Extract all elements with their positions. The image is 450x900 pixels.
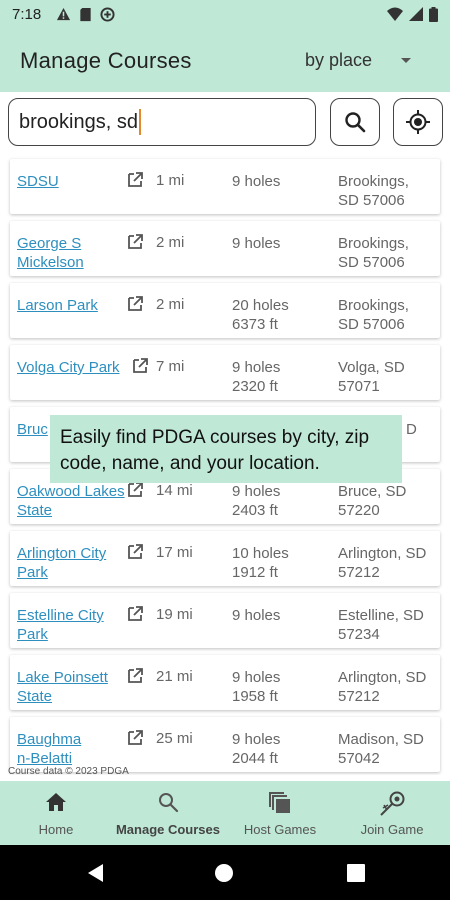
course-holes: 9 holes 2044 ft (232, 731, 281, 767)
app-bar: Manage Courses by place (0, 30, 450, 92)
open-external-icon[interactable] (126, 295, 144, 313)
nav-label-home: Home (38, 822, 74, 837)
course-distance: 1 mi (156, 172, 185, 189)
warning-icon (56, 7, 71, 21)
course-distance: 21 mi (156, 668, 193, 685)
course-row[interactable]: Larson Park 2 mi 20 holes 6373 ft Brookin… (10, 283, 440, 338)
course-distance: 2 mi (156, 234, 185, 251)
search-icon (345, 112, 366, 133)
bottom-nav: Home Manage Courses Host Games Join Game (0, 781, 450, 845)
course-holes: 9 holes (232, 235, 281, 252)
course-address: Bruce, SD 57220 (338, 483, 407, 519)
course-name-link[interactable]: Estelline City Park (17, 606, 127, 644)
nav-label-host-games: Host Games (243, 822, 317, 837)
wifi-icon (387, 7, 403, 21)
copyright-text: Course data © 2023 PDGA (8, 766, 129, 777)
disc-golf-basket-icon (380, 791, 405, 816)
course-name-link[interactable]: Baughma n-Belatti (17, 730, 97, 768)
search-icon (159, 793, 179, 813)
nav-item-home[interactable]: Home (0, 781, 112, 845)
page-title: Manage Courses (20, 48, 192, 73)
course-address: Arlington, SD 57212 (338, 545, 427, 581)
nav-item-join-game[interactable]: Join Game (336, 781, 448, 845)
course-row[interactable]: Baughma n-Belatti 25 mi 9 holes 2044 ft M… (10, 717, 440, 772)
sd-card-icon (80, 7, 91, 22)
my-location-icon (406, 110, 430, 134)
status-time: 7:18 (12, 6, 42, 23)
course-holes: 9 holes (232, 607, 281, 624)
nav-item-host-games[interactable]: Host Games (224, 781, 336, 845)
course-address: Madison, SD 57042 (338, 731, 424, 767)
my-location-button[interactable] (393, 98, 443, 146)
course-address: Volga, SD 57071 (338, 359, 405, 395)
status-system-icons (387, 7, 438, 22)
course-holes: 20 holes 6373 ft (232, 297, 289, 333)
sort-dropdown-value: by place (305, 50, 373, 70)
course-holes: 10 holes 1912 ft (232, 545, 289, 581)
open-external-icon[interactable] (126, 667, 144, 685)
course-holes: 9 holes 2320 ft (232, 359, 281, 395)
battery-icon (429, 7, 438, 22)
data-saver-icon (100, 7, 115, 22)
signal-icon (409, 7, 423, 21)
course-row[interactable]: Lake Poinsett State 21 mi 9 holes 1958 ft… (10, 655, 440, 710)
open-external-icon[interactable] (126, 543, 144, 561)
open-external-icon[interactable] (131, 357, 149, 375)
course-address: Brookings, SD 57006 (338, 297, 409, 333)
course-name-link[interactable]: Oakwood Lakes State (17, 482, 127, 520)
search-input[interactable]: brookings, sd (8, 98, 316, 146)
home-icon (46, 793, 66, 811)
course-address: Arlington, SD 57212 (338, 669, 427, 705)
open-external-icon[interactable] (126, 605, 144, 623)
course-holes: 9 holes 2403 ft (232, 483, 281, 519)
search-input-value: brookings, sd (19, 110, 138, 133)
course-name-link[interactable]: Lake Poinsett State (17, 668, 127, 706)
course-distance: 25 mi (156, 730, 193, 747)
course-address: Estelline, SD 57234 (338, 607, 424, 643)
course-address: Brookings, SD 57006 (338, 173, 409, 209)
course-name-link[interactable]: Volga City Park (17, 358, 132, 377)
open-external-icon[interactable] (126, 233, 144, 251)
sort-dropdown[interactable]: by place (305, 50, 412, 71)
recents-icon[interactable] (347, 864, 365, 882)
games-stack-icon (269, 792, 290, 813)
feature-tooltip: Easily find PDGA courses by city, zip co… (50, 415, 402, 483)
dropdown-arrow-icon (401, 57, 412, 63)
course-name-link[interactable]: George S Mickelson (17, 234, 127, 272)
open-external-icon[interactable] (126, 481, 144, 499)
system-nav-bar (0, 845, 450, 900)
course-row[interactable]: Arlington City Park 17 mi 10 holes 1912 f… (10, 531, 440, 586)
course-row[interactable]: Estelline City Park 19 mi 9 holes Estell… (10, 593, 440, 648)
course-distance: 17 mi (156, 544, 193, 561)
course-holes: 9 holes 1958 ft (232, 669, 281, 705)
course-name-link[interactable]: SDSU (17, 172, 127, 191)
text-caret (138, 109, 141, 135)
course-distance: 2 mi (156, 296, 185, 313)
course-address: Brookings, SD 57006 (338, 235, 409, 271)
search-button[interactable] (330, 98, 380, 146)
course-row[interactable]: George S Mickelson 2 mi 9 holes Brooking… (10, 221, 440, 276)
course-name-link[interactable]: Larson Park (17, 296, 127, 315)
status-bar: 7:18 (0, 0, 450, 30)
open-external-icon[interactable] (126, 171, 144, 189)
course-row[interactable]: Volga City Park 7 mi 9 holes 2320 ft Volg… (10, 345, 440, 400)
nav-item-manage-courses[interactable]: Manage Courses (112, 781, 224, 845)
nav-label-manage-courses: Manage Courses (115, 822, 221, 837)
nav-label-join-game: Join Game (360, 822, 424, 837)
course-distance: 7 mi (156, 358, 185, 375)
course-name-link[interactable]: Arlington City Park (17, 544, 127, 582)
status-notification-icons (56, 7, 115, 22)
home-circle-icon[interactable] (214, 863, 234, 883)
course-distance: 19 mi (156, 606, 193, 623)
back-icon[interactable] (86, 863, 104, 883)
course-address: D (406, 421, 417, 438)
course-row[interactable]: SDSU 1 mi 9 holes Brookings, SD 57006 (10, 159, 440, 214)
course-distance: 14 mi (156, 482, 193, 499)
course-holes: 9 holes (232, 173, 281, 190)
search-row: brookings, sd (0, 92, 450, 154)
open-external-icon[interactable] (126, 729, 144, 747)
